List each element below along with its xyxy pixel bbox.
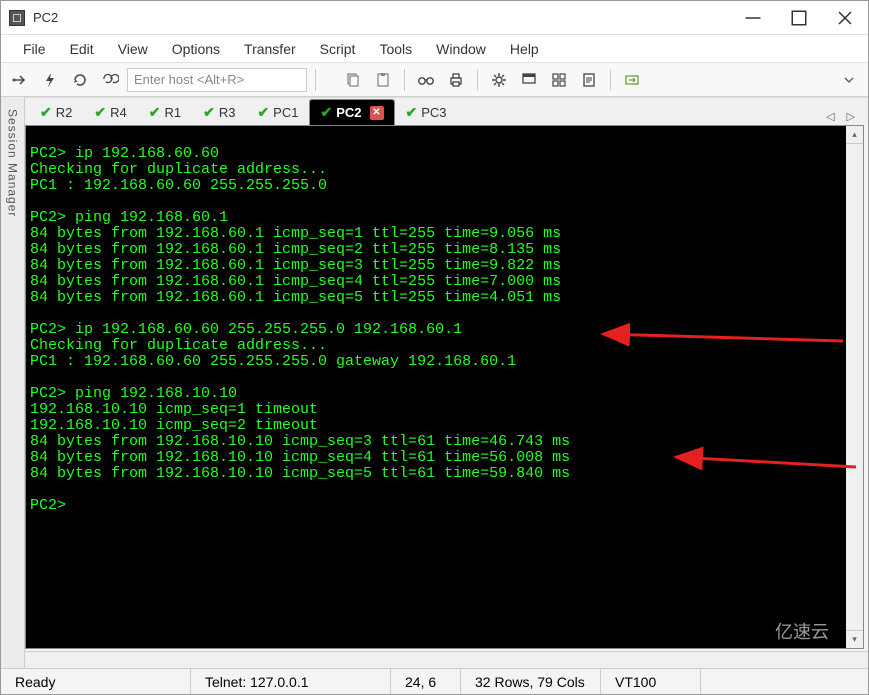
tab-close-button[interactable]: ✕: [370, 106, 384, 120]
menu-edit[interactable]: Edit: [60, 37, 104, 61]
lightning-icon: [41, 71, 59, 89]
session-options-icon: [520, 71, 538, 89]
toolbar-properties-button[interactable]: [486, 67, 512, 93]
menu-script[interactable]: Script: [310, 37, 366, 61]
check-icon: ✔: [94, 104, 106, 121]
toolbar-session-options-button[interactable]: [516, 67, 542, 93]
tab-label: PC1: [273, 105, 298, 120]
menu-help[interactable]: Help: [500, 37, 549, 61]
connect-arrow-icon: [11, 71, 29, 89]
tab-label: R2: [56, 105, 73, 120]
horizontal-scrollbar[interactable]: [25, 651, 868, 668]
toolbar-copy-button[interactable]: [340, 67, 366, 93]
tab-label: PC3: [421, 105, 446, 120]
minimize-button[interactable]: [730, 1, 776, 34]
toolbar: Enter host <Alt+R>: [1, 63, 868, 97]
toolbar-script-button[interactable]: [576, 67, 602, 93]
toolbar-separator: [610, 69, 611, 91]
toolbar-connect-arrow-button[interactable]: [7, 67, 33, 93]
terminal-output[interactable]: PC2> ip 192.168.60.60 Checking for dupli…: [30, 130, 859, 644]
status-ready: Ready: [1, 669, 191, 694]
minimize-icon: [744, 9, 762, 27]
reconnect-icon: [71, 71, 89, 89]
menu-file[interactable]: File: [13, 37, 56, 61]
tab-nav: ◁ ▷: [821, 108, 864, 125]
main-area: ✔R2 ✔R4 ✔R1 ✔R3 ✔PC1 ✔PC2✕ ✔PC3 ◁ ▷ PC2>…: [25, 97, 868, 668]
close-button[interactable]: [822, 1, 868, 34]
window-title: PC2: [33, 10, 730, 25]
tab-prev-button[interactable]: ◁: [821, 108, 839, 125]
session-manager-label: Session Manager: [6, 105, 20, 221]
check-icon: ✔: [257, 104, 269, 121]
check-icon: ✔: [203, 104, 215, 121]
title-bar: PC2: [1, 1, 868, 35]
tab-r3[interactable]: ✔ R3: [192, 99, 246, 125]
menu-window[interactable]: Window: [426, 37, 496, 61]
status-protocol: Telnet: 127.0.0.1: [191, 669, 391, 694]
window-controls: [730, 1, 868, 34]
reconnect-all-icon: [101, 71, 119, 89]
sftp-icon: [623, 71, 641, 89]
status-bar: Ready Telnet: 127.0.0.1 24, 6 32 Rows, 7…: [1, 668, 868, 694]
session-manager-sidebar[interactable]: Session Manager: [1, 97, 25, 668]
gear-icon: [490, 71, 508, 89]
close-icon: [836, 9, 854, 27]
binoculars-icon: [417, 71, 435, 89]
menu-tools[interactable]: Tools: [369, 37, 422, 61]
toolbar-quick-connect-button[interactable]: [37, 67, 63, 93]
menu-view[interactable]: View: [108, 37, 158, 61]
tab-pc3[interactable]: ✔PC3: [395, 99, 458, 125]
tab-bar: ✔R2 ✔R4 ✔R1 ✔R3 ✔PC1 ✔PC2✕ ✔PC3 ◁ ▷: [25, 97, 868, 125]
tab-pc2[interactable]: ✔ PC2 ✕: [309, 99, 394, 125]
workspace: Session Manager ✔R2 ✔R4 ✔R1 ✔R3 ✔PC1 ✔PC…: [1, 97, 868, 668]
maximize-icon: [790, 9, 808, 27]
menu-bar: File Edit View Options Transfer Script T…: [1, 35, 868, 63]
check-icon: ✔: [149, 104, 161, 121]
host-input[interactable]: Enter host <Alt+R>: [127, 68, 307, 92]
check-icon: ✔: [406, 104, 418, 121]
toolbar-sftp-button[interactable]: [619, 67, 645, 93]
tile-icon: [550, 71, 568, 89]
toolbar-print-button[interactable]: [443, 67, 469, 93]
status-term-type: VT100: [601, 669, 701, 694]
toolbar-separator: [404, 69, 405, 91]
tab-r4[interactable]: ✔ R4: [83, 99, 137, 125]
toolbar-find-button[interactable]: [413, 67, 439, 93]
toolbar-separator: [477, 69, 478, 91]
tab-label: PC2: [336, 105, 361, 120]
tab-r1[interactable]: ✔R1: [138, 99, 192, 125]
app-window: PC2 File Edit View Options Transfer Scri…: [0, 0, 869, 695]
host-placeholder: Enter host <Alt+R>: [134, 72, 244, 87]
maximize-button[interactable]: [776, 1, 822, 34]
watermark: 亿速云: [775, 618, 829, 644]
vertical-scrollbar[interactable]: [846, 126, 863, 648]
toolbar-tile-button[interactable]: [546, 67, 572, 93]
tab-r2[interactable]: ✔ R2: [29, 99, 83, 125]
tab-label: R1: [164, 105, 181, 120]
app-icon: [9, 10, 25, 26]
paste-icon: [374, 71, 392, 89]
tab-next-button[interactable]: ▷: [842, 108, 860, 125]
print-icon: [447, 71, 465, 89]
toolbar-reconnect-all-button[interactable]: [97, 67, 123, 93]
check-icon: ✔: [320, 104, 332, 121]
check-icon: ✔: [40, 104, 52, 121]
status-cursor: 24, 6: [391, 669, 461, 694]
chevron-down-icon: [840, 71, 858, 89]
menu-transfer[interactable]: Transfer: [234, 37, 306, 61]
terminal-pane[interactable]: PC2> ip 192.168.60.60 Checking for dupli…: [25, 125, 864, 649]
toolbar-reconnect-button[interactable]: [67, 67, 93, 93]
tab-pc1[interactable]: ✔ PC1: [246, 99, 309, 125]
menu-options[interactable]: Options: [162, 37, 230, 61]
status-size: 32 Rows, 79 Cols: [461, 669, 601, 694]
copy-icon: [344, 71, 362, 89]
tab-label: R3: [219, 105, 236, 120]
toolbar-overflow-button[interactable]: [836, 67, 862, 93]
script-icon: [580, 71, 598, 89]
toolbar-paste-button[interactable]: [370, 67, 396, 93]
toolbar-separator: [315, 69, 316, 91]
tab-label: R4: [110, 105, 127, 120]
